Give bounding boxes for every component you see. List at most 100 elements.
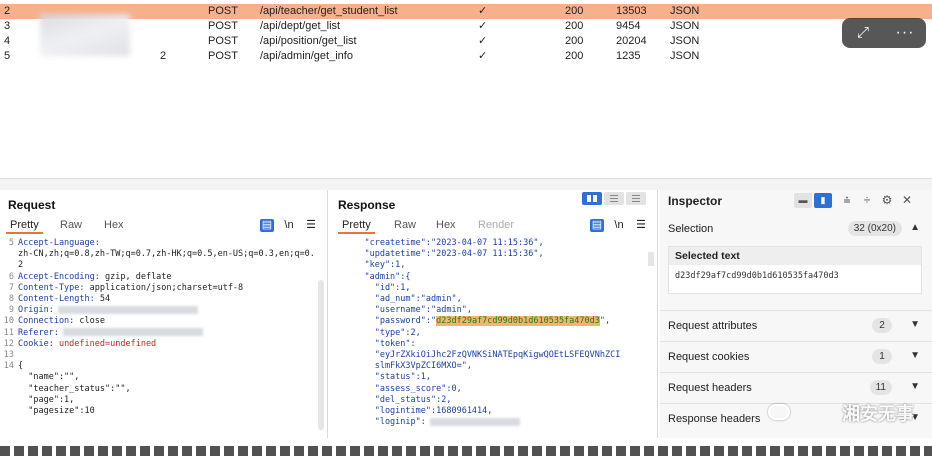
table-row[interactable]: 5 2 POST/api/admin/get_info ✓ 200 1235 JSON — [0, 49, 932, 64]
json-text: "status":1, — [344, 372, 431, 383]
table-row[interactable]: 3 POST/api/dept/get_list ✓ 200 9454 JSON — [0, 19, 932, 34]
request-scrollbar[interactable] — [318, 280, 324, 430]
table-row[interactable]: 4 POST/api/position/get_list ✓ 200 20204 JSON — [0, 34, 932, 49]
json-text: "key":1, — [344, 260, 406, 271]
request-cookies-section[interactable]: Request cookies 1 ▼ — [660, 341, 932, 371]
code-line: slmFkX3VpZCI6MXO=", — [344, 361, 472, 372]
article-text-cutoff — [0, 438, 932, 456]
header-value: { — [18, 361, 24, 372]
line-number: 11 — [3, 327, 14, 338]
row-method: POST — [208, 35, 238, 47]
row-status: 200 — [565, 50, 584, 62]
chevron-down-icon[interactable]: ▼ — [910, 350, 920, 361]
row-params-check: ✓ — [478, 50, 488, 62]
line-number: 13 — [3, 350, 14, 360]
code-line: "eyJrZXkiOiJhc2FzQVNKSiNATEpqKigwQOEtLSF… — [344, 350, 621, 361]
line-number: 10 — [3, 316, 14, 327]
response-panel: Response Pretty Raw Hex Render ▤ \n ☰ "c… — [330, 190, 658, 438]
collapse-all-icon[interactable]: ÷ — [860, 193, 874, 208]
layout-vertical-icon[interactable]: ▮ — [814, 193, 832, 208]
request-attributes-section[interactable]: Request attributes 2 ▼ — [660, 310, 932, 340]
code-line: Cookie: undefined=undefined — [18, 339, 156, 350]
json-text: "logintime":1680961414, — [344, 406, 493, 416]
table-row[interactable]: 2 POST/api/teacher/get_student_list ✓ 200 13… — [0, 4, 932, 19]
expand-icon[interactable]: ⤢ — [842, 18, 884, 48]
newline-toggle-icon[interactable]: \n — [612, 219, 626, 232]
more-options-icon[interactable]: ··· — [884, 18, 926, 48]
tab-raw[interactable]: Raw — [56, 218, 86, 232]
selection-section[interactable]: Selection 32 (0x20) ▲ — [660, 214, 932, 244]
tab-hex[interactable]: Hex — [100, 218, 128, 232]
row-length: 1235 — [616, 50, 641, 62]
tab-raw[interactable]: Raw — [390, 218, 420, 232]
horizontal-view-icon[interactable] — [604, 192, 624, 205]
row-length: 13503 — [616, 5, 647, 17]
chevron-down-icon[interactable]: ▼ — [910, 319, 920, 330]
tab-pretty[interactable]: Pretty — [338, 218, 375, 234]
inspector-title: Inspector — [668, 194, 723, 208]
request-title: Request — [8, 198, 56, 212]
layout-toggle — [582, 192, 648, 206]
header-name: Connection: — [18, 316, 75, 327]
selected-text-box: Selected text d23df29af7cd99d0b1d610535f… — [668, 246, 922, 294]
count-badge: 11 — [869, 380, 892, 395]
code-line: "admin":{ — [344, 272, 410, 283]
newline-toggle-icon[interactable]: \n — [282, 219, 296, 232]
row-number: 4 — [4, 35, 11, 47]
json-text: "username":"admin", — [344, 305, 472, 316]
request-editor[interactable]: 5 Accept-Language: zh-CN,zh;q=0.8,zh-TW;q=… — [0, 238, 326, 438]
menu-icon[interactable]: ☰ — [304, 219, 318, 232]
code-line: "ad_num":"admin", — [344, 294, 462, 305]
chevron-down-icon[interactable]: ▼ — [910, 381, 920, 392]
redacted-value — [429, 417, 520, 426]
section-label: Request headers — [668, 382, 752, 394]
code-line: "type":2, — [344, 328, 421, 339]
menu-icon[interactable]: ☰ — [634, 219, 648, 232]
selected-text-value[interactable]: d23df29af7cd99d0b1d610535fa470d3 — [669, 265, 921, 287]
gear-icon[interactable]: ⚙ — [880, 193, 894, 208]
message-actions-icon[interactable]: ▤ — [260, 219, 274, 232]
split-view-icon[interactable] — [582, 192, 602, 205]
header-name: Origin: — [18, 305, 54, 316]
single-view-icon[interactable] — [626, 192, 646, 205]
line-number: 5 — [8, 238, 14, 248]
json-text: "updatetime":"2023-04-07 11:15:36", — [344, 249, 544, 260]
request-headers-section[interactable]: Request headers 11 ▼ — [660, 372, 932, 402]
header-name: Referer: — [18, 327, 59, 338]
row-mime: JSON — [670, 20, 700, 32]
inspector-controls: ▬ ▮ ⩮ ÷ ⚙ ✕ — [794, 193, 930, 209]
message-actions-icon[interactable]: ▤ — [590, 219, 604, 232]
row-method: POST — [208, 20, 238, 32]
selected-highlight[interactable]: d23df29af7cd99d0b1d610535fa470d3 — [436, 316, 600, 327]
tab-hex[interactable]: Hex — [432, 218, 460, 232]
expand-all-icon[interactable]: ⩮ — [840, 193, 854, 208]
redacted-hosts — [40, 14, 130, 56]
row-number: 2 — [4, 5, 11, 17]
close-icon[interactable]: ✕ — [900, 193, 914, 208]
row-params-check: ✓ — [478, 20, 488, 32]
section-label: Response headers — [668, 413, 761, 425]
layout-horizontal-icon[interactable]: ▬ — [794, 193, 812, 208]
chevron-up-icon[interactable]: ▲ — [910, 222, 920, 233]
code-line: "teacher_status":"", — [18, 383, 131, 395]
tab-pretty[interactable]: Pretty — [6, 218, 43, 234]
code-line: "password":"d23df29af7cd99d0b1d610535fa4… — [344, 316, 610, 327]
code-line: "token": — [344, 339, 416, 350]
header-value: "teacher_status":"", — [18, 383, 131, 394]
code-line: "assess_score":0, — [344, 384, 462, 395]
tab-render[interactable]: Render — [474, 218, 518, 232]
line-number: 7 — [8, 282, 14, 293]
header-name: Cookie: — [18, 338, 54, 349]
json-text: "token": — [344, 338, 416, 349]
selected-text-label: Selected text — [669, 247, 921, 265]
code-line: "username":"admin", — [344, 305, 472, 316]
split-divider[interactable] — [0, 178, 932, 190]
code-line: "id":1, — [344, 283, 411, 294]
line-number: 12 — [3, 338, 14, 349]
response-scrollbar[interactable] — [648, 252, 654, 266]
json-text: "type":2, — [344, 327, 421, 338]
code-line: "createtime":"2023-04-07 11:15:36", — [344, 238, 543, 249]
header-value: close — [74, 316, 106, 327]
header-name: Accept-Language: — [18, 238, 100, 248]
response-editor[interactable]: "createtime":"2023-04-07 11:15:36", "upd… — [330, 238, 656, 438]
